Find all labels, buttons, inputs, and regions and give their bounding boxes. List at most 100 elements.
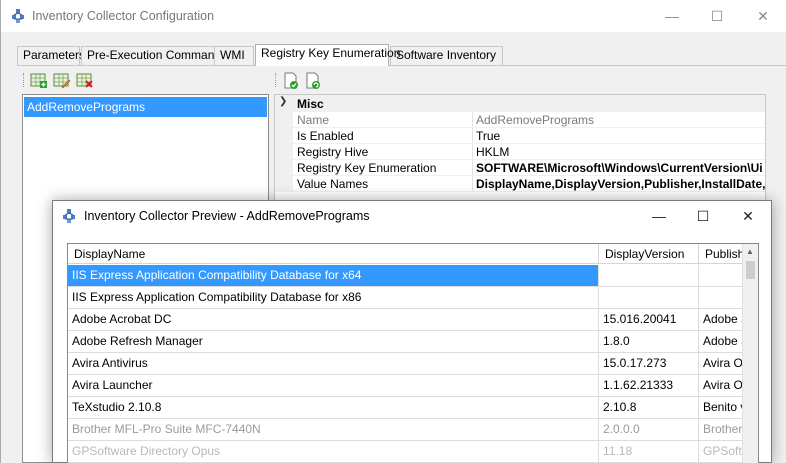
column-separator [472, 160, 473, 176]
app-icon [63, 209, 75, 223]
cell-publisher [699, 287, 744, 308]
property-name: Registry Hive [297, 145, 369, 159]
cell-displayname: IIS Express Application Compatibility Da… [68, 287, 599, 308]
column-header-displayversion[interactable]: DisplayVersion [599, 244, 699, 264]
column-separator [472, 144, 473, 160]
toolbar-grip [23, 73, 26, 87]
cell-displayname: Avira Antivirus [68, 353, 599, 374]
cell-displayversion: 1.8.0 [599, 331, 699, 352]
cell-publisher: Brother I [703, 422, 744, 436]
close-button[interactable]: ✕ [737, 205, 759, 227]
tab-parameters[interactable]: Parameters [17, 46, 85, 65]
column-header-publisher[interactable]: Publishe [699, 244, 744, 264]
cell-displayversion: 1.1.62.21333 [599, 375, 699, 396]
cell-displayname: IIS Express Application Compatibility Da… [68, 265, 599, 286]
cell-displayname: Avira Launcher [68, 375, 599, 396]
property-row-registry-hive[interactable]: Registry Hive HKLM [275, 144, 765, 160]
table-row[interactable]: TeXstudio 2.10.8 2.10.8 Benito v [68, 397, 744, 419]
config-titlebar[interactable]: Inventory Collector Configuration — ☐ ✕ [1, 0, 786, 32]
list-item[interactable]: AddRemovePrograms [24, 97, 267, 117]
close-button[interactable]: ✕ [753, 6, 773, 26]
table-row[interactable]: Avira Launcher 1.1.62.21333 Avira Op [68, 375, 744, 397]
cell-publisher: Benito v [703, 400, 744, 414]
cell-publisher: Avira Op [703, 378, 744, 392]
column-header-displayname[interactable]: DisplayName [68, 244, 599, 264]
cell-displayversion: 15.0.17.273 [599, 353, 699, 374]
cell-publisher: GPSoftw [703, 444, 744, 458]
column-separator [472, 176, 473, 192]
grid-toolbar [273, 70, 373, 92]
edit-icon[interactable] [53, 72, 71, 90]
scroll-up-icon[interactable]: ▲ [746, 247, 754, 256]
property-value: AddRemovePrograms [476, 113, 595, 127]
cell-displayname: TeXstudio 2.10.8 [68, 397, 599, 418]
table-row[interactable]: GPSoftware Directory Opus 11.18 GPSoftw [68, 441, 744, 463]
tab-software-inventory[interactable]: Software Inventory [390, 46, 503, 65]
delete-icon[interactable] [76, 72, 94, 90]
cell-publisher: Adobe S [703, 312, 744, 326]
property-name: Name [297, 113, 330, 127]
property-value[interactable]: SOFTWARE\Microsoft\Windows\CurrentVersio… [476, 161, 765, 175]
cell-displayversion: 2.0.0.0 [599, 419, 699, 440]
table-row[interactable]: IIS Express Application Compatibility Da… [68, 265, 744, 287]
refresh-icon[interactable] [304, 72, 322, 90]
table-row[interactable]: Avira Antivirus 15.0.17.273 Avira Op [68, 353, 744, 375]
property-grid: ❯ Misc Name AddRemovePrograms Is Enabled… [274, 94, 766, 204]
table-row[interactable]: IIS Express Application Compatibility Da… [68, 287, 744, 309]
property-row-value-names[interactable]: Value Names DisplayName,DisplayVersion,P… [275, 176, 765, 192]
row-gutter [275, 160, 293, 176]
preview-titlebar[interactable]: Inventory Collector Preview - AddRemoveP… [53, 201, 771, 231]
app-icon [12, 9, 24, 23]
table-row[interactable]: Adobe Refresh Manager 1.8.0 Adobe S [68, 331, 744, 353]
property-row-name[interactable]: Name AddRemovePrograms [275, 112, 765, 128]
cell-displayversion [599, 265, 699, 286]
cell-displayversion [599, 287, 699, 308]
table-row[interactable]: Adobe Acrobat DC 15.016.20041 Adobe S [68, 309, 744, 331]
maximize-button[interactable]: ☐ [707, 6, 727, 26]
table-row[interactable]: Brother MFL-Pro Suite MFC-7440N 2.0.0.0 … [68, 419, 744, 441]
chevron-down-icon[interactable]: ❯ [279, 96, 287, 107]
minimize-button[interactable]: — [648, 205, 670, 227]
cell-displayname: Adobe Refresh Manager [68, 331, 599, 352]
cell-displayversion: 11.18 [599, 441, 699, 462]
preview-window: Inventory Collector Preview - AddRemoveP… [52, 200, 772, 463]
category-label: Misc [297, 97, 324, 111]
property-row-registry-key-enumeration[interactable]: Registry Key Enumeration SOFTWARE\Micros… [275, 160, 765, 176]
minimize-button[interactable]: — [662, 6, 682, 26]
cell-publisher: Adobe S [703, 334, 744, 348]
tab-pre-execution-commands[interactable]: Pre-Execution Commands [81, 46, 229, 65]
property-value[interactable]: HKLM [476, 145, 765, 159]
property-row-is-enabled[interactable]: Is Enabled True [275, 128, 765, 144]
preview-window-title: Inventory Collector Preview - AddRemoveP… [84, 209, 370, 223]
cell-displayversion: 15.016.20041 [599, 309, 699, 330]
property-value[interactable]: True [476, 129, 765, 143]
cell-displayversion: 2.10.8 [599, 397, 699, 418]
column-separator [472, 128, 473, 144]
row-gutter [275, 144, 293, 160]
maximize-button[interactable]: ☐ [692, 205, 714, 227]
property-category[interactable]: ❯ Misc [275, 95, 765, 112]
cell-publisher: Avira Op [703, 356, 744, 370]
property-value[interactable]: DisplayName,DisplayVersion,Publisher,Ins… [476, 177, 765, 191]
table-header: DisplayName DisplayVersion Publishe [68, 244, 758, 264]
property-name: Value Names [297, 177, 369, 191]
preview-table: DisplayName DisplayVersion Publishe IIS … [67, 243, 759, 463]
toolbar-grip [275, 73, 278, 87]
tab-registry-key-enumeration[interactable]: Registry Key Enumeration [255, 44, 400, 66]
cell-displayname: GPSoftware Directory Opus [68, 441, 599, 462]
row-divider [293, 191, 765, 192]
config-window-title: Inventory Collector Configuration [32, 9, 215, 23]
scroll-thumb[interactable] [746, 261, 755, 279]
vertical-scrollbar[interactable]: ▲ [742, 244, 758, 463]
column-separator [472, 112, 473, 128]
cell-displayname: Adobe Acrobat DC [68, 309, 599, 330]
row-gutter [275, 112, 293, 128]
cell-displayname: Brother MFL-Pro Suite MFC-7440N [68, 419, 599, 440]
tab-wmi[interactable]: WMI [214, 46, 254, 65]
apply-icon[interactable] [282, 72, 300, 90]
list-toolbar [21, 70, 271, 92]
row-gutter [275, 128, 293, 144]
add-icon[interactable] [30, 72, 48, 90]
cell-publisher [699, 265, 744, 286]
property-name: Registry Key Enumeration [297, 161, 437, 175]
